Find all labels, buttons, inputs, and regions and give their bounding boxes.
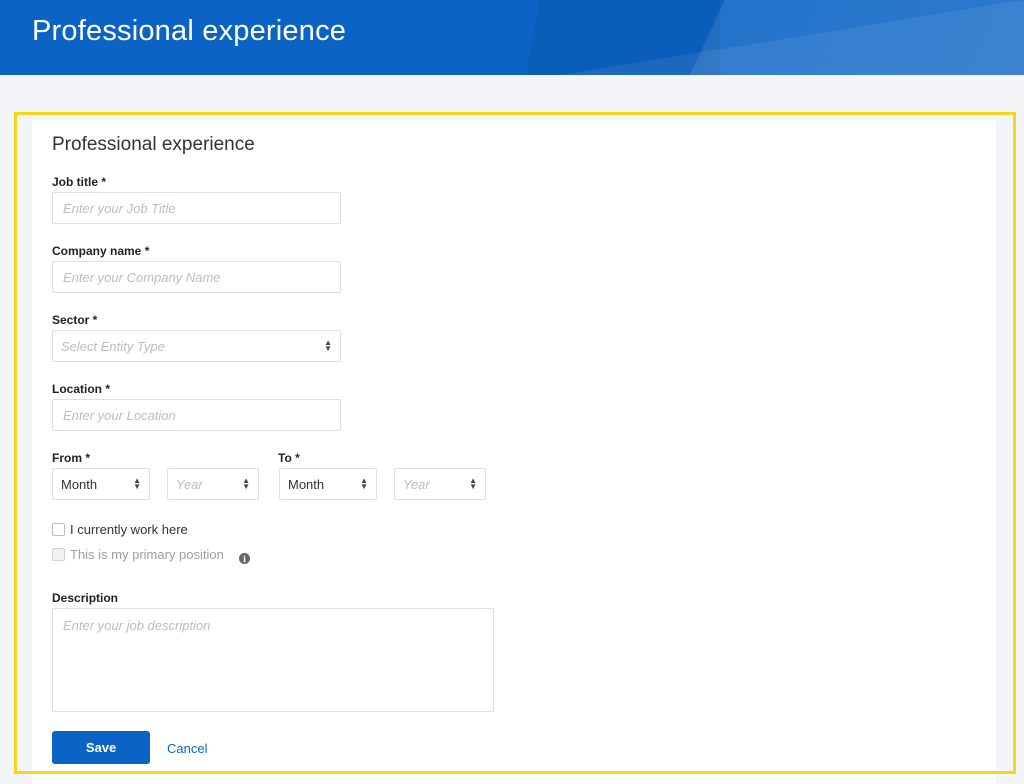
banner-decoration xyxy=(640,0,1024,75)
to-year-select[interactable]: Year ▲ ▼ xyxy=(394,468,486,500)
company-name-input[interactable]: Enter your Company Name xyxy=(52,261,341,293)
company-name-label: Company name * xyxy=(52,244,150,258)
form-title: Professional experience xyxy=(52,134,255,155)
location-input[interactable]: Enter your Location xyxy=(52,399,341,431)
description-label: Description xyxy=(52,591,119,605)
sector-select-value: Select Entity Type xyxy=(61,338,165,354)
from-label: From * xyxy=(52,451,91,465)
from-year-value: Year xyxy=(176,476,203,492)
current-work-label: I currently work here xyxy=(70,522,188,537)
up-down-caret-icon: ▲ ▼ xyxy=(469,476,477,491)
to-month-select[interactable]: Month ▲ ▼ xyxy=(279,468,377,500)
to-label: To * xyxy=(278,451,300,465)
cancel-link[interactable]: Cancel xyxy=(167,741,207,756)
experience-form-card: Professional experience Job title * Ente… xyxy=(32,120,996,784)
up-down-caret-icon: ▲ ▼ xyxy=(360,476,368,491)
from-month-value: Month xyxy=(61,476,98,492)
sector-select[interactable]: Select Entity Type ▲ ▼ xyxy=(52,330,341,362)
to-month-value: Month xyxy=(288,476,325,492)
current-work-checkbox[interactable] xyxy=(52,523,65,536)
up-down-caret-icon: ▲ ▼ xyxy=(324,338,332,353)
job-title-input[interactable]: Enter your Job Title xyxy=(52,192,341,224)
location-label: Location * xyxy=(52,382,111,396)
description-textarea[interactable]: Enter your job description xyxy=(52,608,494,712)
sector-label: Sector * xyxy=(52,313,98,327)
page-banner: Professional experience xyxy=(0,0,1024,75)
page-title: Professional experience xyxy=(32,15,347,47)
from-month-select[interactable]: Month ▲ ▼ xyxy=(52,468,150,500)
save-button[interactable]: Save xyxy=(52,731,150,764)
from-year-select[interactable]: Year ▲ ▼ xyxy=(167,468,259,500)
up-down-caret-icon: ▲ ▼ xyxy=(242,476,250,491)
primary-position-label: This is my primary position xyxy=(70,547,224,562)
to-year-value: Year xyxy=(403,476,430,492)
primary-position-checkbox[interactable] xyxy=(52,548,65,561)
info-icon[interactable]: i xyxy=(239,553,250,564)
job-title-label: Job title * xyxy=(52,175,107,189)
up-down-caret-icon: ▲ ▼ xyxy=(133,476,141,491)
